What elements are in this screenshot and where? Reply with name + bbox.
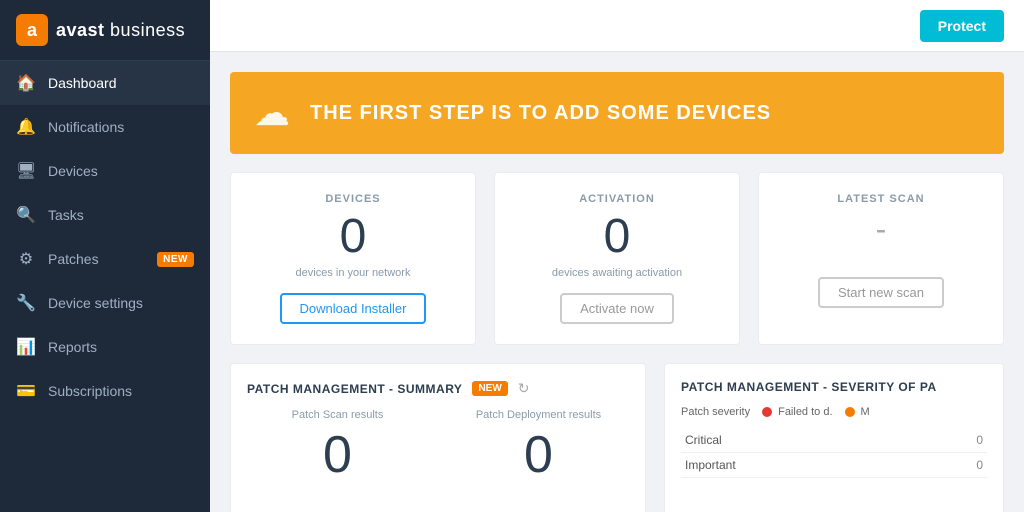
patch-summary-panel: PATCH MANAGEMENT - SUMMARY NEW ↻ Patch S… xyxy=(230,363,646,512)
patch-summary-cols: Patch Scan results 0 Patch Deployment re… xyxy=(247,409,629,481)
activate-now-button[interactable]: Activate now xyxy=(560,293,674,324)
severity-legend-row: Patch severity Failed to d. M xyxy=(681,406,987,418)
sidebar: a avast business 🏠 Dashboard 🔔 Notificat… xyxy=(0,0,210,512)
latest-scan-stat-card: LATEST SCAN - Start new scan xyxy=(758,172,1004,345)
severity-label: Patch severity xyxy=(681,406,750,418)
failed-label: Failed to d. xyxy=(778,406,832,418)
patch-severity-panel: PATCH MANAGEMENT - SEVERITY OF PA Patch … xyxy=(664,363,1004,512)
logo-text: avast business xyxy=(56,20,185,41)
stats-row: DEVICES 0 devices in your network Downlo… xyxy=(230,172,1004,345)
content-area: ☁ THE FIRST STEP IS TO ADD SOME DEVICES … xyxy=(210,52,1024,512)
topbar: Protect xyxy=(210,0,1024,52)
patch-deployment-value: 0 xyxy=(448,429,629,481)
avast-logo-icon: a xyxy=(16,14,48,46)
patch-summary-new-badge: NEW xyxy=(472,381,507,396)
missing-label: M xyxy=(861,406,870,418)
devices-stat-card: DEVICES 0 devices in your network Downlo… xyxy=(230,172,476,345)
devices-stat-label: DEVICES xyxy=(325,193,380,205)
subscriptions-icon: 💳 xyxy=(16,381,36,401)
add-devices-banner: ☁ THE FIRST STEP IS TO ADD SOME DEVICES xyxy=(230,72,1004,154)
tasks-icon: 🔍 xyxy=(16,205,36,225)
home-icon: 🏠 xyxy=(16,73,36,93)
sidebar-item-label: Tasks xyxy=(48,207,194,223)
patch-scan-col: Patch Scan results 0 xyxy=(247,409,428,481)
sidebar-item-reports[interactable]: 📊 Reports xyxy=(0,325,210,369)
upload-cloud-icon: ☁ xyxy=(254,92,290,134)
refresh-icon[interactable]: ↻ xyxy=(518,380,530,397)
panels-row: PATCH MANAGEMENT - SUMMARY NEW ↻ Patch S… xyxy=(230,363,1004,512)
activation-stat-sublabel: devices awaiting activation xyxy=(552,267,682,279)
logo-area: a avast business xyxy=(0,0,210,61)
sidebar-item-dashboard[interactable]: 🏠 Dashboard xyxy=(0,61,210,105)
protect-button[interactable]: Protect xyxy=(920,10,1004,42)
patch-deployment-label: Patch Deployment results xyxy=(448,409,629,421)
failed-dot-icon xyxy=(762,407,772,417)
sidebar-item-label: Notifications xyxy=(48,119,194,135)
patch-scan-value: 0 xyxy=(247,429,428,481)
sidebar-item-label: Subscriptions xyxy=(48,383,194,399)
banner-message: THE FIRST STEP IS TO ADD SOME DEVICES xyxy=(310,102,771,125)
activation-stat-value: 0 xyxy=(604,213,631,261)
sidebar-item-tasks[interactable]: 🔍 Tasks xyxy=(0,193,210,237)
download-installer-button[interactable]: Download Installer xyxy=(280,293,427,324)
missing-dot-icon xyxy=(845,407,855,417)
device-settings-icon: 🔧 xyxy=(16,293,36,313)
latest-scan-stat-sublabel xyxy=(879,251,882,263)
patches-icon: ⚙ xyxy=(16,249,36,269)
sidebar-nav: 🏠 Dashboard 🔔 Notifications 🖥 Devices 🔍 … xyxy=(0,61,210,413)
latest-scan-stat-value: - xyxy=(876,213,887,245)
patch-deployment-col: Patch Deployment results 0 xyxy=(448,409,629,481)
sidebar-item-label: Dashboard xyxy=(48,75,194,91)
sidebar-item-label: Devices xyxy=(48,163,194,179)
devices-icon: 🖥 xyxy=(16,161,36,181)
main-content: Protect ☁ THE FIRST STEP IS TO ADD SOME … xyxy=(210,0,1024,512)
sidebar-item-label: Patches xyxy=(48,251,145,267)
patch-scan-label: Patch Scan results xyxy=(247,409,428,421)
devices-stat-sublabel: devices in your network xyxy=(296,267,411,279)
sidebar-item-device-settings[interactable]: 🔧 Device settings xyxy=(0,281,210,325)
patches-new-badge: NEW xyxy=(157,252,194,267)
activation-stat-card: ACTIVATION 0 devices awaiting activation… xyxy=(494,172,740,345)
sidebar-item-notifications[interactable]: 🔔 Notifications xyxy=(0,105,210,149)
important-label: Important xyxy=(681,453,926,478)
sidebar-item-label: Reports xyxy=(48,339,194,355)
critical-label: Critical xyxy=(681,428,926,453)
severity-legend: Patch severity xyxy=(681,406,750,418)
patch-severity-header: PATCH MANAGEMENT - SEVERITY OF PA xyxy=(681,380,987,394)
sidebar-item-label: Device settings xyxy=(48,295,194,311)
sidebar-item-devices[interactable]: 🖥 Devices xyxy=(0,149,210,193)
sidebar-item-patches[interactable]: ⚙ Patches NEW xyxy=(0,237,210,281)
notifications-icon: 🔔 xyxy=(16,117,36,137)
sidebar-item-subscriptions[interactable]: 💳 Subscriptions xyxy=(0,369,210,413)
critical-failed-value: 0 xyxy=(926,428,987,453)
missing-legend: M xyxy=(845,406,870,418)
activation-stat-label: ACTIVATION xyxy=(579,193,655,205)
table-row: Important 0 xyxy=(681,453,987,478)
patch-summary-title: PATCH MANAGEMENT - SUMMARY xyxy=(247,382,462,396)
failed-legend: Failed to d. xyxy=(762,406,832,418)
table-row: Critical 0 xyxy=(681,428,987,453)
severity-table: Critical 0 Important 0 xyxy=(681,428,987,478)
start-new-scan-button[interactable]: Start new scan xyxy=(818,277,944,308)
reports-icon: 📊 xyxy=(16,337,36,357)
devices-stat-value: 0 xyxy=(340,213,367,261)
patch-severity-title: PATCH MANAGEMENT - SEVERITY OF PA xyxy=(681,380,937,394)
latest-scan-stat-label: LATEST SCAN xyxy=(837,193,924,205)
important-failed-value: 0 xyxy=(926,453,987,478)
patch-summary-header: PATCH MANAGEMENT - SUMMARY NEW ↻ xyxy=(247,380,629,397)
